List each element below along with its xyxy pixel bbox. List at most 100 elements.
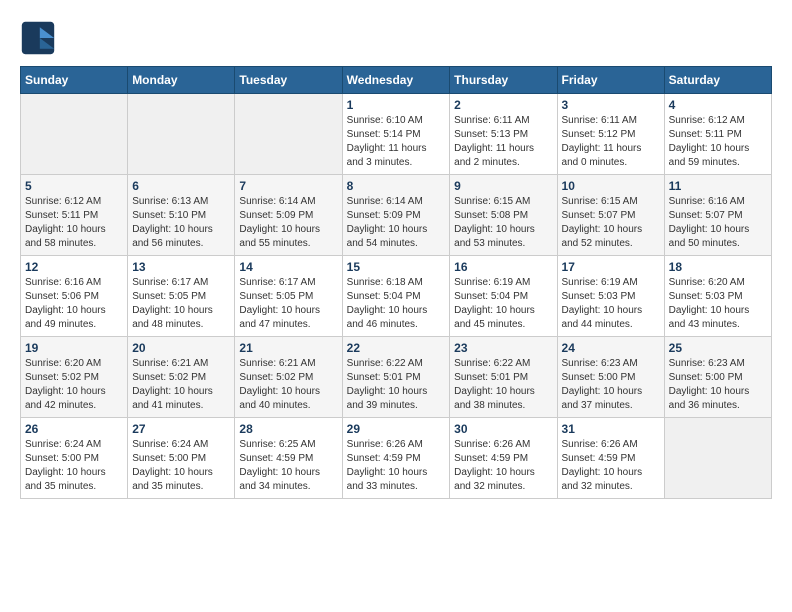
calendar-cell: 9 Sunrise: 6:15 AM Sunset: 5:08 PM Daylig… <box>450 175 557 256</box>
day-number: 11 <box>669 179 767 193</box>
calendar-cell <box>664 418 771 499</box>
calendar-cell: 31 Sunrise: 6:26 AM Sunset: 4:59 PM Dayli… <box>557 418 664 499</box>
day-info: Sunrise: 6:15 AM Sunset: 5:08 PM Dayligh… <box>454 195 552 251</box>
day-info: Sunrise: 6:14 AM Sunset: 5:09 PM Dayligh… <box>239 195 337 251</box>
day-info: Sunrise: 6:18 AM Sunset: 5:04 PM Dayligh… <box>347 276 446 332</box>
calendar-cell: 21 Sunrise: 6:21 AM Sunset: 5:02 PM Dayli… <box>235 337 342 418</box>
calendar-cell: 7 Sunrise: 6:14 AM Sunset: 5:09 PM Daylig… <box>235 175 342 256</box>
calendar-week-row: 5 Sunrise: 6:12 AM Sunset: 5:11 PM Daylig… <box>21 175 772 256</box>
day-info: Sunrise: 6:19 AM Sunset: 5:04 PM Dayligh… <box>454 276 552 332</box>
day-number: 21 <box>239 341 337 355</box>
day-info: Sunrise: 6:13 AM Sunset: 5:10 PM Dayligh… <box>132 195 230 251</box>
calendar-cell: 4Sunrise: 6:12 AM Sunset: 5:11 PM Daylig… <box>664 94 771 175</box>
calendar-cell: 22 Sunrise: 6:22 AM Sunset: 5:01 PM Dayli… <box>342 337 450 418</box>
calendar-cell: 2 Sunrise: 6:11 AM Sunset: 5:13 PM Daylig… <box>450 94 557 175</box>
calendar-table: SundayMondayTuesdayWednesdayThursdayFrid… <box>20 66 772 499</box>
page-header <box>20 20 772 56</box>
calendar-cell: 26Sunrise: 6:24 AM Sunset: 5:00 PM Dayli… <box>21 418 128 499</box>
calendar-cell: 6 Sunrise: 6:13 AM Sunset: 5:10 PM Daylig… <box>128 175 235 256</box>
calendar-cell <box>128 94 235 175</box>
calendar-cell: 25 Sunrise: 6:23 AM Sunset: 5:00 PM Dayli… <box>664 337 771 418</box>
calendar-week-row: 19 Sunrise: 6:20 AM Sunset: 5:02 PM Dayli… <box>21 337 772 418</box>
day-number: 14 <box>239 260 337 274</box>
day-info: Sunrise: 6:14 AM Sunset: 5:09 PM Dayligh… <box>347 195 446 251</box>
calendar-cell <box>21 94 128 175</box>
day-number: 9 <box>454 179 552 193</box>
day-number: 3 <box>562 98 660 112</box>
day-number: 19 <box>25 341 123 355</box>
day-number: 2 <box>454 98 552 112</box>
weekday-header: Sunday <box>21 67 128 94</box>
day-number: 26 <box>25 422 123 436</box>
calendar-cell: 24 Sunrise: 6:23 AM Sunset: 5:00 PM Dayli… <box>557 337 664 418</box>
day-info: Sunrise: 6:11 AM Sunset: 5:12 PM Dayligh… <box>562 114 660 170</box>
calendar-cell: 5 Sunrise: 6:12 AM Sunset: 5:11 PM Daylig… <box>21 175 128 256</box>
calendar-cell: 10 Sunrise: 6:15 AM Sunset: 5:07 PM Dayli… <box>557 175 664 256</box>
weekday-header: Monday <box>128 67 235 94</box>
day-number: 27 <box>132 422 230 436</box>
day-info: Sunrise: 6:16 AM Sunset: 5:07 PM Dayligh… <box>669 195 767 251</box>
calendar-cell: 1Sunrise: 6:10 AM Sunset: 5:14 PM Daylig… <box>342 94 450 175</box>
day-info: Sunrise: 6:19 AM Sunset: 5:03 PM Dayligh… <box>562 276 660 332</box>
calendar-cell: 12Sunrise: 6:16 AM Sunset: 5:06 PM Dayli… <box>21 256 128 337</box>
day-info: Sunrise: 6:20 AM Sunset: 5:03 PM Dayligh… <box>669 276 767 332</box>
day-info: Sunrise: 6:17 AM Sunset: 5:05 PM Dayligh… <box>132 276 230 332</box>
weekday-header: Thursday <box>450 67 557 94</box>
day-number: 16 <box>454 260 552 274</box>
calendar-cell: 27 Sunrise: 6:24 AM Sunset: 5:00 PM Dayli… <box>128 418 235 499</box>
day-number: 31 <box>562 422 660 436</box>
day-number: 7 <box>239 179 337 193</box>
calendar-cell: 28 Sunrise: 6:25 AM Sunset: 4:59 PM Dayli… <box>235 418 342 499</box>
day-number: 23 <box>454 341 552 355</box>
day-info: Sunrise: 6:23 AM Sunset: 5:00 PM Dayligh… <box>669 357 767 413</box>
calendar-cell <box>235 94 342 175</box>
logo <box>20 20 60 56</box>
day-number: 10 <box>562 179 660 193</box>
calendar-cell: 30Sunrise: 6:26 AM Sunset: 4:59 PM Dayli… <box>450 418 557 499</box>
day-number: 22 <box>347 341 446 355</box>
day-info: Sunrise: 6:26 AM Sunset: 4:59 PM Dayligh… <box>562 438 660 494</box>
day-number: 25 <box>669 341 767 355</box>
day-number: 15 <box>347 260 446 274</box>
day-info: Sunrise: 6:16 AM Sunset: 5:06 PM Dayligh… <box>25 276 123 332</box>
day-info: Sunrise: 6:25 AM Sunset: 4:59 PM Dayligh… <box>239 438 337 494</box>
day-info: Sunrise: 6:24 AM Sunset: 5:00 PM Dayligh… <box>132 438 230 494</box>
day-info: Sunrise: 6:21 AM Sunset: 5:02 PM Dayligh… <box>132 357 230 413</box>
day-number: 18 <box>669 260 767 274</box>
day-number: 17 <box>562 260 660 274</box>
day-number: 6 <box>132 179 230 193</box>
day-number: 8 <box>347 179 446 193</box>
weekday-header: Friday <box>557 67 664 94</box>
calendar-cell: 11 Sunrise: 6:16 AM Sunset: 5:07 PM Dayli… <box>664 175 771 256</box>
calendar-week-row: 26 Sunrise: 6:24 AM Sunset: 5:00 PM Dayli… <box>21 418 772 499</box>
day-number: 5 <box>25 179 123 193</box>
day-info: Sunrise: 6:12 AM Sunset: 5:11 PM Dayligh… <box>669 114 767 170</box>
logo-icon <box>20 20 56 56</box>
day-number: 24 <box>562 341 660 355</box>
calendar-cell: 3 Sunrise: 6:11 AM Sunset: 5:12 PM Daylig… <box>557 94 664 175</box>
day-info: Sunrise: 6:17 AM Sunset: 5:05 PM Dayligh… <box>239 276 337 332</box>
day-info: Sunrise: 6:22 AM Sunset: 5:01 PM Dayligh… <box>347 357 446 413</box>
day-number: 20 <box>132 341 230 355</box>
calendar-cell: 14 Sunrise: 6:17 AM Sunset: 5:05 PM Dayli… <box>235 256 342 337</box>
weekday-header: Saturday <box>664 67 771 94</box>
day-info: Sunrise: 6:23 AM Sunset: 5:00 PM Dayligh… <box>562 357 660 413</box>
calendar-cell: 17 Sunrise: 6:19 AM Sunset: 5:03 PM Dayli… <box>557 256 664 337</box>
day-info: Sunrise: 6:12 AM Sunset: 5:11 PM Dayligh… <box>25 195 123 251</box>
calendar-header-row: SundayMondayTuesdayWednesdayThursdayFrid… <box>21 67 772 94</box>
weekday-header: Tuesday <box>235 67 342 94</box>
day-number: 30 <box>454 422 552 436</box>
calendar-cell: 29Sunrise: 6:26 AM Sunset: 4:59 PM Dayli… <box>342 418 450 499</box>
calendar-cell: 19 Sunrise: 6:20 AM Sunset: 5:02 PM Dayli… <box>21 337 128 418</box>
day-number: 13 <box>132 260 230 274</box>
calendar-cell: 13 Sunrise: 6:17 AM Sunset: 5:05 PM Dayli… <box>128 256 235 337</box>
day-info: Sunrise: 6:20 AM Sunset: 5:02 PM Dayligh… <box>25 357 123 413</box>
calendar-week-row: 12Sunrise: 6:16 AM Sunset: 5:06 PM Dayli… <box>21 256 772 337</box>
day-number: 28 <box>239 422 337 436</box>
day-info: Sunrise: 6:15 AM Sunset: 5:07 PM Dayligh… <box>562 195 660 251</box>
day-info: Sunrise: 6:21 AM Sunset: 5:02 PM Dayligh… <box>239 357 337 413</box>
calendar-cell: 16 Sunrise: 6:19 AM Sunset: 5:04 PM Dayli… <box>450 256 557 337</box>
day-info: Sunrise: 6:11 AM Sunset: 5:13 PM Dayligh… <box>454 114 552 170</box>
calendar-cell: 23Sunrise: 6:22 AM Sunset: 5:01 PM Dayli… <box>450 337 557 418</box>
calendar-week-row: 1Sunrise: 6:10 AM Sunset: 5:14 PM Daylig… <box>21 94 772 175</box>
